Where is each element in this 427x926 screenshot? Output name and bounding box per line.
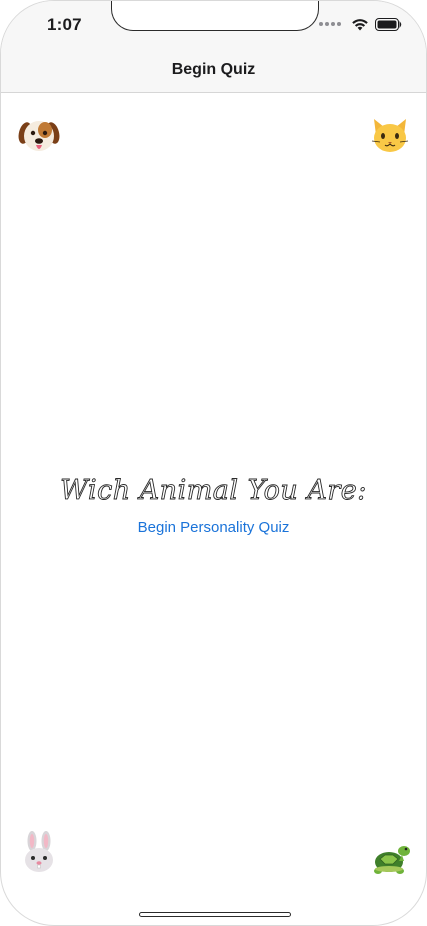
notch — [111, 1, 319, 31]
navigation-bar: Begin Quiz — [1, 45, 426, 93]
status-time: 1:07 — [47, 15, 82, 34]
nav-title: Begin Quiz — [171, 61, 256, 78]
cat-face-icon — [368, 113, 412, 157]
status-bar: 1:07 — [1, 1, 426, 45]
dog-face-icon — [17, 113, 61, 157]
turtle-icon — [368, 835, 412, 879]
phone-screen: 1:07 Begin Quiz Wich Animal You Are: Beg… — [0, 0, 427, 926]
cellular-dots-icon — [319, 22, 341, 26]
wifi-icon — [352, 18, 368, 30]
home-indicator[interactable] — [139, 912, 291, 917]
begin-personality-quiz-button[interactable]: Begin Personality Quiz — [1, 519, 426, 536]
battery-icon — [375, 17, 402, 31]
page-heading: Wich Animal You Are: — [60, 475, 367, 507]
status-icons — [319, 16, 402, 32]
rabbit-face-icon — [17, 831, 61, 875]
